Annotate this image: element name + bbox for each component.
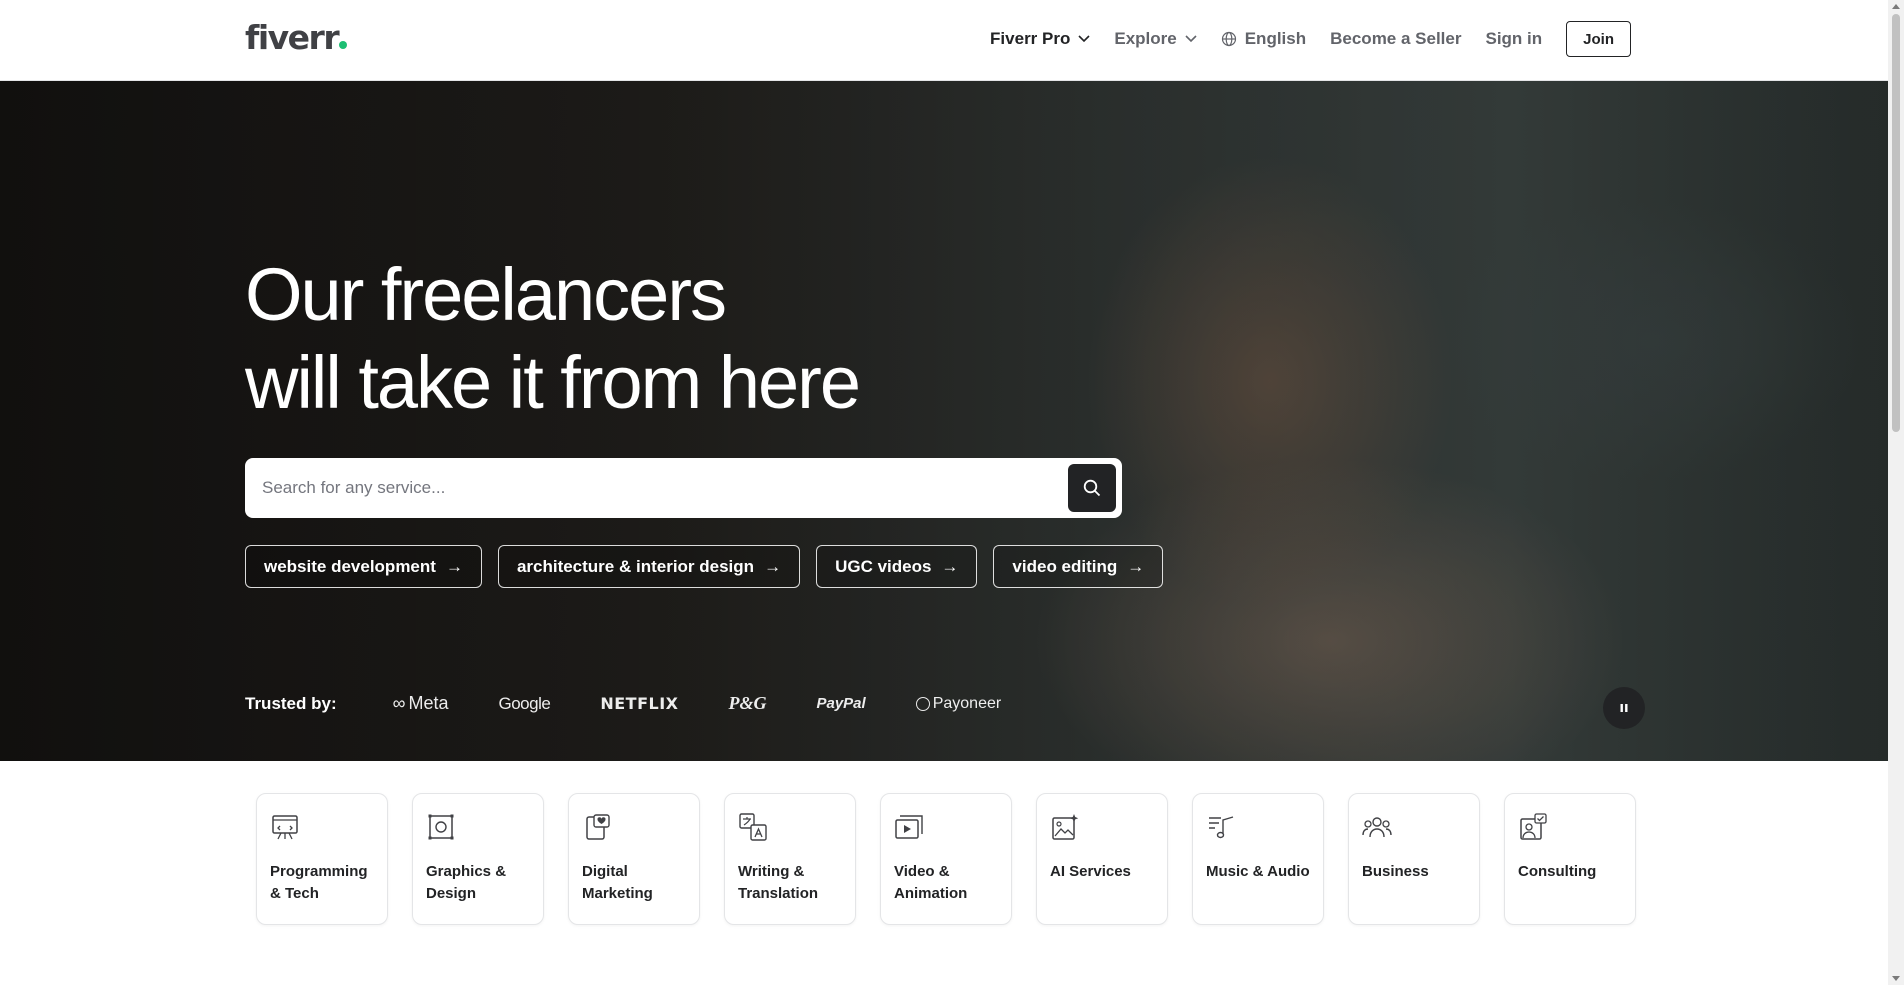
category-ai-services[interactable]: AI Services [1036,793,1168,925]
headline-line-1: Our freelancers [245,253,727,336]
fiverr-pro-menu[interactable]: Fiverr Pro [990,29,1090,49]
category-label: Digital Marketing [582,863,653,902]
become-seller-link[interactable]: Become a Seller [1330,29,1461,49]
chip-architecture-interior-design[interactable]: architecture & interior design → [497,545,801,588]
explore-menu[interactable]: Explore [1114,29,1197,49]
meta-infinity-icon: ∞ [392,693,406,713]
category-cards: Programming & Tech Graphics & Design Dig… [256,793,1636,925]
search-bar [245,458,1122,518]
trusted-by-row: Trusted by: ∞ Meta Google NETFLIX P&G Pay… [245,693,1051,714]
chevron-down-icon [1185,35,1197,43]
ai-icon [1052,814,1079,840]
category-label: Graphics & Design [426,863,507,902]
hero-headline: Our freelancers will take it from here [245,251,861,427]
paypal-logo: PayPal [816,695,866,712]
marketing-icon [586,814,610,840]
chip-website-development[interactable]: website development → [245,545,482,588]
category-label: Consulting [1518,863,1597,880]
google-logo: Google [498,693,551,713]
video-icon [895,815,923,839]
pg-logo: P&G [728,693,767,713]
main-nav: Fiverr Pro Explore English Become a Sell… [990,21,1631,57]
headline-line-2: will take it from here [245,341,861,424]
arrow-right-icon: → [941,556,959,576]
category-programming-tech[interactable]: Programming & Tech [256,793,388,925]
arrow-right-icon: → [764,556,782,576]
chip-label: website development [264,556,436,576]
category-video-animation[interactable]: Video & Animation [880,793,1012,925]
scroll-up-arrow-icon[interactable] [1892,4,1900,9]
globe-icon [1221,31,1236,47]
trusted-by-label: Trusted by: [245,693,337,713]
chevron-down-icon [1078,35,1090,43]
language-label: English [1244,29,1307,48]
search-icon [1083,479,1101,497]
chip-label: architecture & interior design [516,556,755,576]
payoneer-circle-icon [915,696,930,711]
top-header: fiverr Fiverr Pro Explore English Become… [0,0,1888,81]
search-input[interactable] [245,478,1068,498]
arrow-right-icon: → [1127,556,1145,576]
chip-label: video editing [1012,556,1118,576]
category-label: Writing & Translation [738,863,819,902]
consulting-icon [1520,813,1547,840]
video-pause-button[interactable] [1603,687,1645,729]
payoneer-logo: Payoneer [915,694,1002,713]
meta-logo: ∞ Meta [393,693,449,714]
chip-ugc-videos[interactable]: UGC videos → [816,545,978,588]
popular-searches: website development → architecture & int… [245,545,1164,588]
explore-label: Explore [1114,29,1177,48]
category-label: Business [1362,863,1429,880]
category-digital-marketing[interactable]: Digital Marketing [568,793,700,925]
category-consulting[interactable]: Consulting [1504,793,1636,925]
sign-in-link[interactable]: Sign in [1485,29,1542,49]
fiverr-logo[interactable]: fiverr [245,18,348,57]
chip-label: UGC videos [835,556,932,576]
category-label: Video & Animation [894,863,968,902]
logo-dot [339,41,348,49]
scroll-thumb[interactable] [1892,14,1900,432]
category-label: Programming & Tech [270,863,368,902]
logo-text: fiverr [245,18,340,57]
design-icon [428,814,454,840]
fiverr-pro-label: Fiverr Pro [990,29,1071,48]
netflix-logo: NETFLIX [600,694,679,713]
search-button[interactable] [1068,464,1116,512]
chip-video-editing[interactable]: video editing → [993,545,1164,588]
brand-name: Meta [408,693,449,713]
category-music-audio[interactable]: Music & Audio [1192,793,1324,925]
pause-icon [1620,704,1628,712]
join-button[interactable]: Join [1566,21,1631,57]
monitor-icon [272,815,298,840]
arrow-right-icon: → [445,556,463,576]
business-icon [1362,817,1392,838]
language-selector[interactable]: English [1221,29,1306,49]
category-graphics-design[interactable]: Graphics & Design [412,793,544,925]
translation-icon [739,813,767,841]
category-writing-translation[interactable]: Writing & Translation [724,793,856,925]
hero-section: Our freelancers will take it from here w… [0,81,1888,761]
brand-name: Payoneer [932,694,1002,712]
music-icon [1209,816,1234,839]
category-business[interactable]: Business [1348,793,1480,925]
category-label: AI Services [1050,863,1131,880]
category-label: Music & Audio [1206,863,1310,880]
scroll-down-arrow-icon[interactable] [1892,976,1900,981]
page-scrollbar[interactable] [1888,0,1904,985]
